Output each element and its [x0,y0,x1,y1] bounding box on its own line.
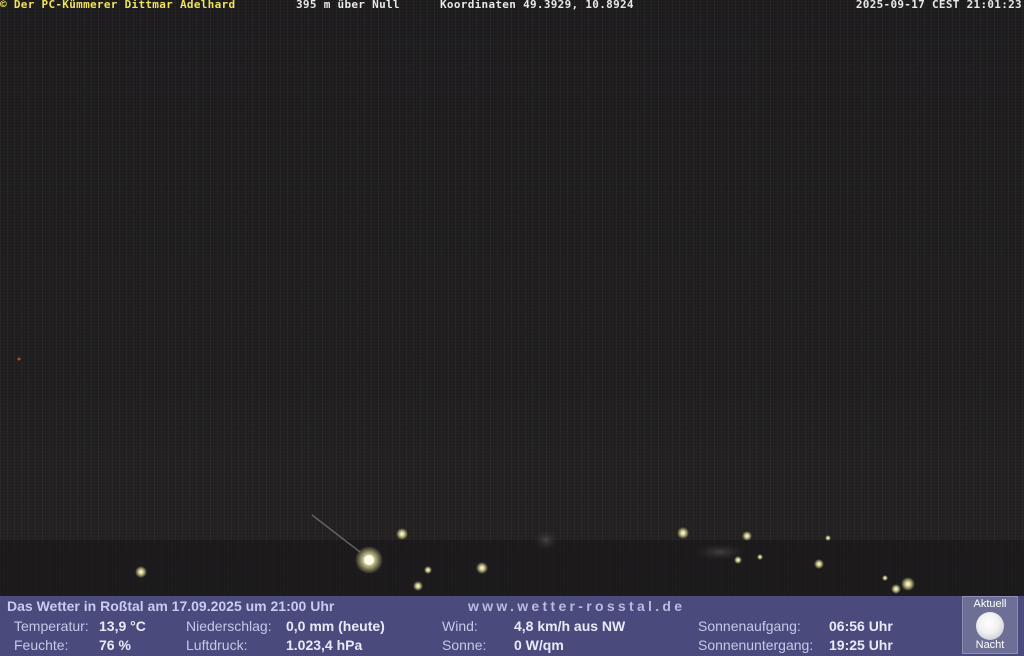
moon-icon [976,612,1004,640]
moon-phase-box: Aktuell Nacht [962,596,1018,654]
sonnenuntergang-label: Sonnenuntergang: [698,637,814,653]
moon-nacht-label: Nacht [975,639,1005,651]
luftdruck-label: Luftdruck: [186,637,248,653]
copyright-overlay: © Der PC-Kümmerer Dittmar Adelhard [0,0,236,11]
street-light [413,581,423,591]
sonnenuntergang-value: 19:25 Uhr [829,637,893,653]
niederschlag-label: Niederschlag: [186,618,272,634]
street-light [424,566,432,574]
street-light-core [364,555,374,565]
weather-title: Das Wetter in Roßtal am 17.09.2025 um 21… [7,598,335,614]
street-light [882,575,888,581]
wind-value: 4,8 km/h aus NW [514,618,626,634]
timestamp-overlay: 2025-09-17 CEST 21:01:23 [855,0,1022,11]
weather-bar: Das Wetter in Roßtal am 17.09.2025 um 21… [0,596,1024,656]
street-light [135,566,147,578]
sonnenaufgang-value: 06:56 Uhr [829,618,893,634]
night-scene [0,357,1024,596]
temperatur-label: Temperatur: [14,618,89,634]
horizon-band [0,540,1024,596]
website-url: www.wetter-rosstal.de [468,598,686,614]
street-light [677,527,689,539]
moon-aktuell-label: Aktuell [973,598,1007,610]
street-light [742,531,752,541]
feuchte-value: 76 % [99,637,131,653]
altitude-overlay: 395 m über Null [296,0,400,11]
street-light [757,554,763,560]
webcam-image: © Der PC-Kümmerer Dittmar Adelhard 395 m… [0,0,1024,596]
sonne-label: Sonne: [442,637,487,653]
haze-patch [534,530,558,550]
luftdruck-value: 1.023,4 hPa [286,637,363,653]
street-light [825,535,831,541]
feuchte-label: Feuchte: [14,637,69,653]
red-light [17,357,21,361]
sonne-value: 0 W/qm [514,637,564,653]
niederschlag-value: 0,0 mm (heute) [286,618,385,634]
sonnenaufgang-label: Sonnenaufgang: [698,618,801,634]
street-light [901,577,915,591]
street-light [814,559,824,569]
temperatur-value: 13,9 °C [99,618,146,634]
coordinates-overlay: Koordinaten 49.3929, 10.8924 [440,0,634,11]
wind-label: Wind: [442,618,478,634]
street-light [734,556,742,564]
street-light [891,584,901,594]
street-light [396,528,408,540]
street-light [476,562,488,574]
